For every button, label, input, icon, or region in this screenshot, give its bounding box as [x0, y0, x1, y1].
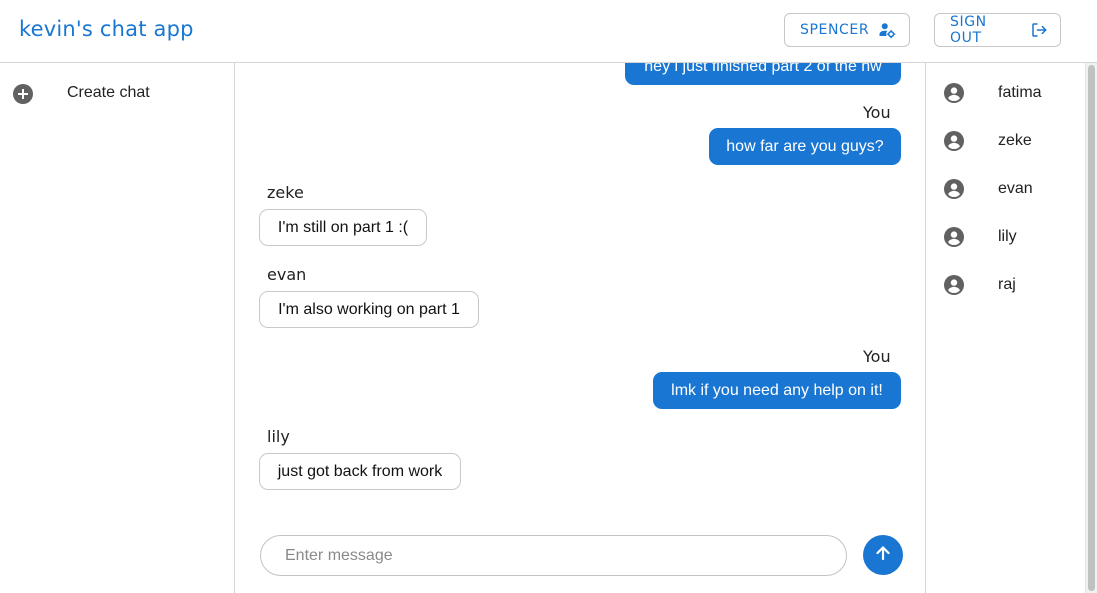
account-circle-icon	[944, 179, 964, 199]
message-sender: zeke	[267, 183, 304, 202]
message-sender: You	[863, 103, 891, 122]
message-bubble: just got back from work	[259, 453, 461, 490]
sign-out-button[interactable]: SIGN OUT	[934, 13, 1061, 47]
user-profile-button[interactable]: SPENCER	[784, 13, 910, 47]
message-input[interactable]	[260, 535, 847, 576]
create-chat-button[interactable]: Create chat	[0, 73, 234, 115]
account-circle-icon	[944, 131, 964, 151]
arrow-up-icon	[873, 543, 893, 568]
member-name: evan	[998, 180, 1033, 197]
message-bubble: how far are you guys?	[709, 128, 901, 165]
account-circle-icon	[944, 275, 964, 295]
member-item[interactable]: fatima	[926, 73, 1086, 113]
message-sender: evan	[267, 265, 307, 284]
account-circle-icon	[944, 227, 964, 247]
page-scrollbar[interactable]	[1085, 63, 1097, 593]
send-button[interactable]	[863, 535, 903, 575]
user-profile-label: SPENCER	[800, 22, 870, 38]
chat-app: kevin's chat app SPENCER SIGN OUT Create…	[0, 0, 1097, 593]
message-bubble: hey i just finished part 2 of the hw	[625, 63, 901, 85]
members-panel: fatima zeke evan lily raj	[925, 63, 1085, 593]
member-item[interactable]: lily	[926, 217, 1086, 257]
message-bubble: I'm also working on part 1	[259, 291, 479, 328]
member-name: lily	[998, 228, 1017, 245]
message-bubble: I'm still on part 1 :(	[259, 209, 427, 246]
app-header: kevin's chat app SPENCER SIGN OUT	[0, 0, 1097, 63]
add-circle-icon	[13, 84, 33, 104]
logout-icon	[1030, 21, 1048, 39]
member-item[interactable]: evan	[926, 169, 1086, 209]
app-title: kevin's chat app	[19, 17, 194, 41]
account-circle-icon	[944, 83, 964, 103]
sign-out-label: SIGN OUT	[950, 14, 987, 46]
message-sender: lily	[267, 427, 290, 446]
sidebar: Create chat	[0, 63, 235, 593]
message-bubble: lmk if you need any help on it!	[653, 372, 901, 409]
member-name: zeke	[998, 132, 1032, 149]
chat-panel[interactable]: hey i just finished part 2 of the hw You…	[235, 63, 925, 593]
member-name: fatima	[998, 84, 1042, 101]
member-item[interactable]: zeke	[926, 121, 1086, 161]
member-item[interactable]: raj	[926, 265, 1086, 305]
user-gear-icon	[878, 21, 896, 39]
message-sender: You	[863, 347, 891, 366]
member-name: raj	[998, 276, 1016, 293]
create-chat-label: Create chat	[67, 84, 150, 101]
scrollbar-thumb[interactable]	[1088, 65, 1095, 591]
